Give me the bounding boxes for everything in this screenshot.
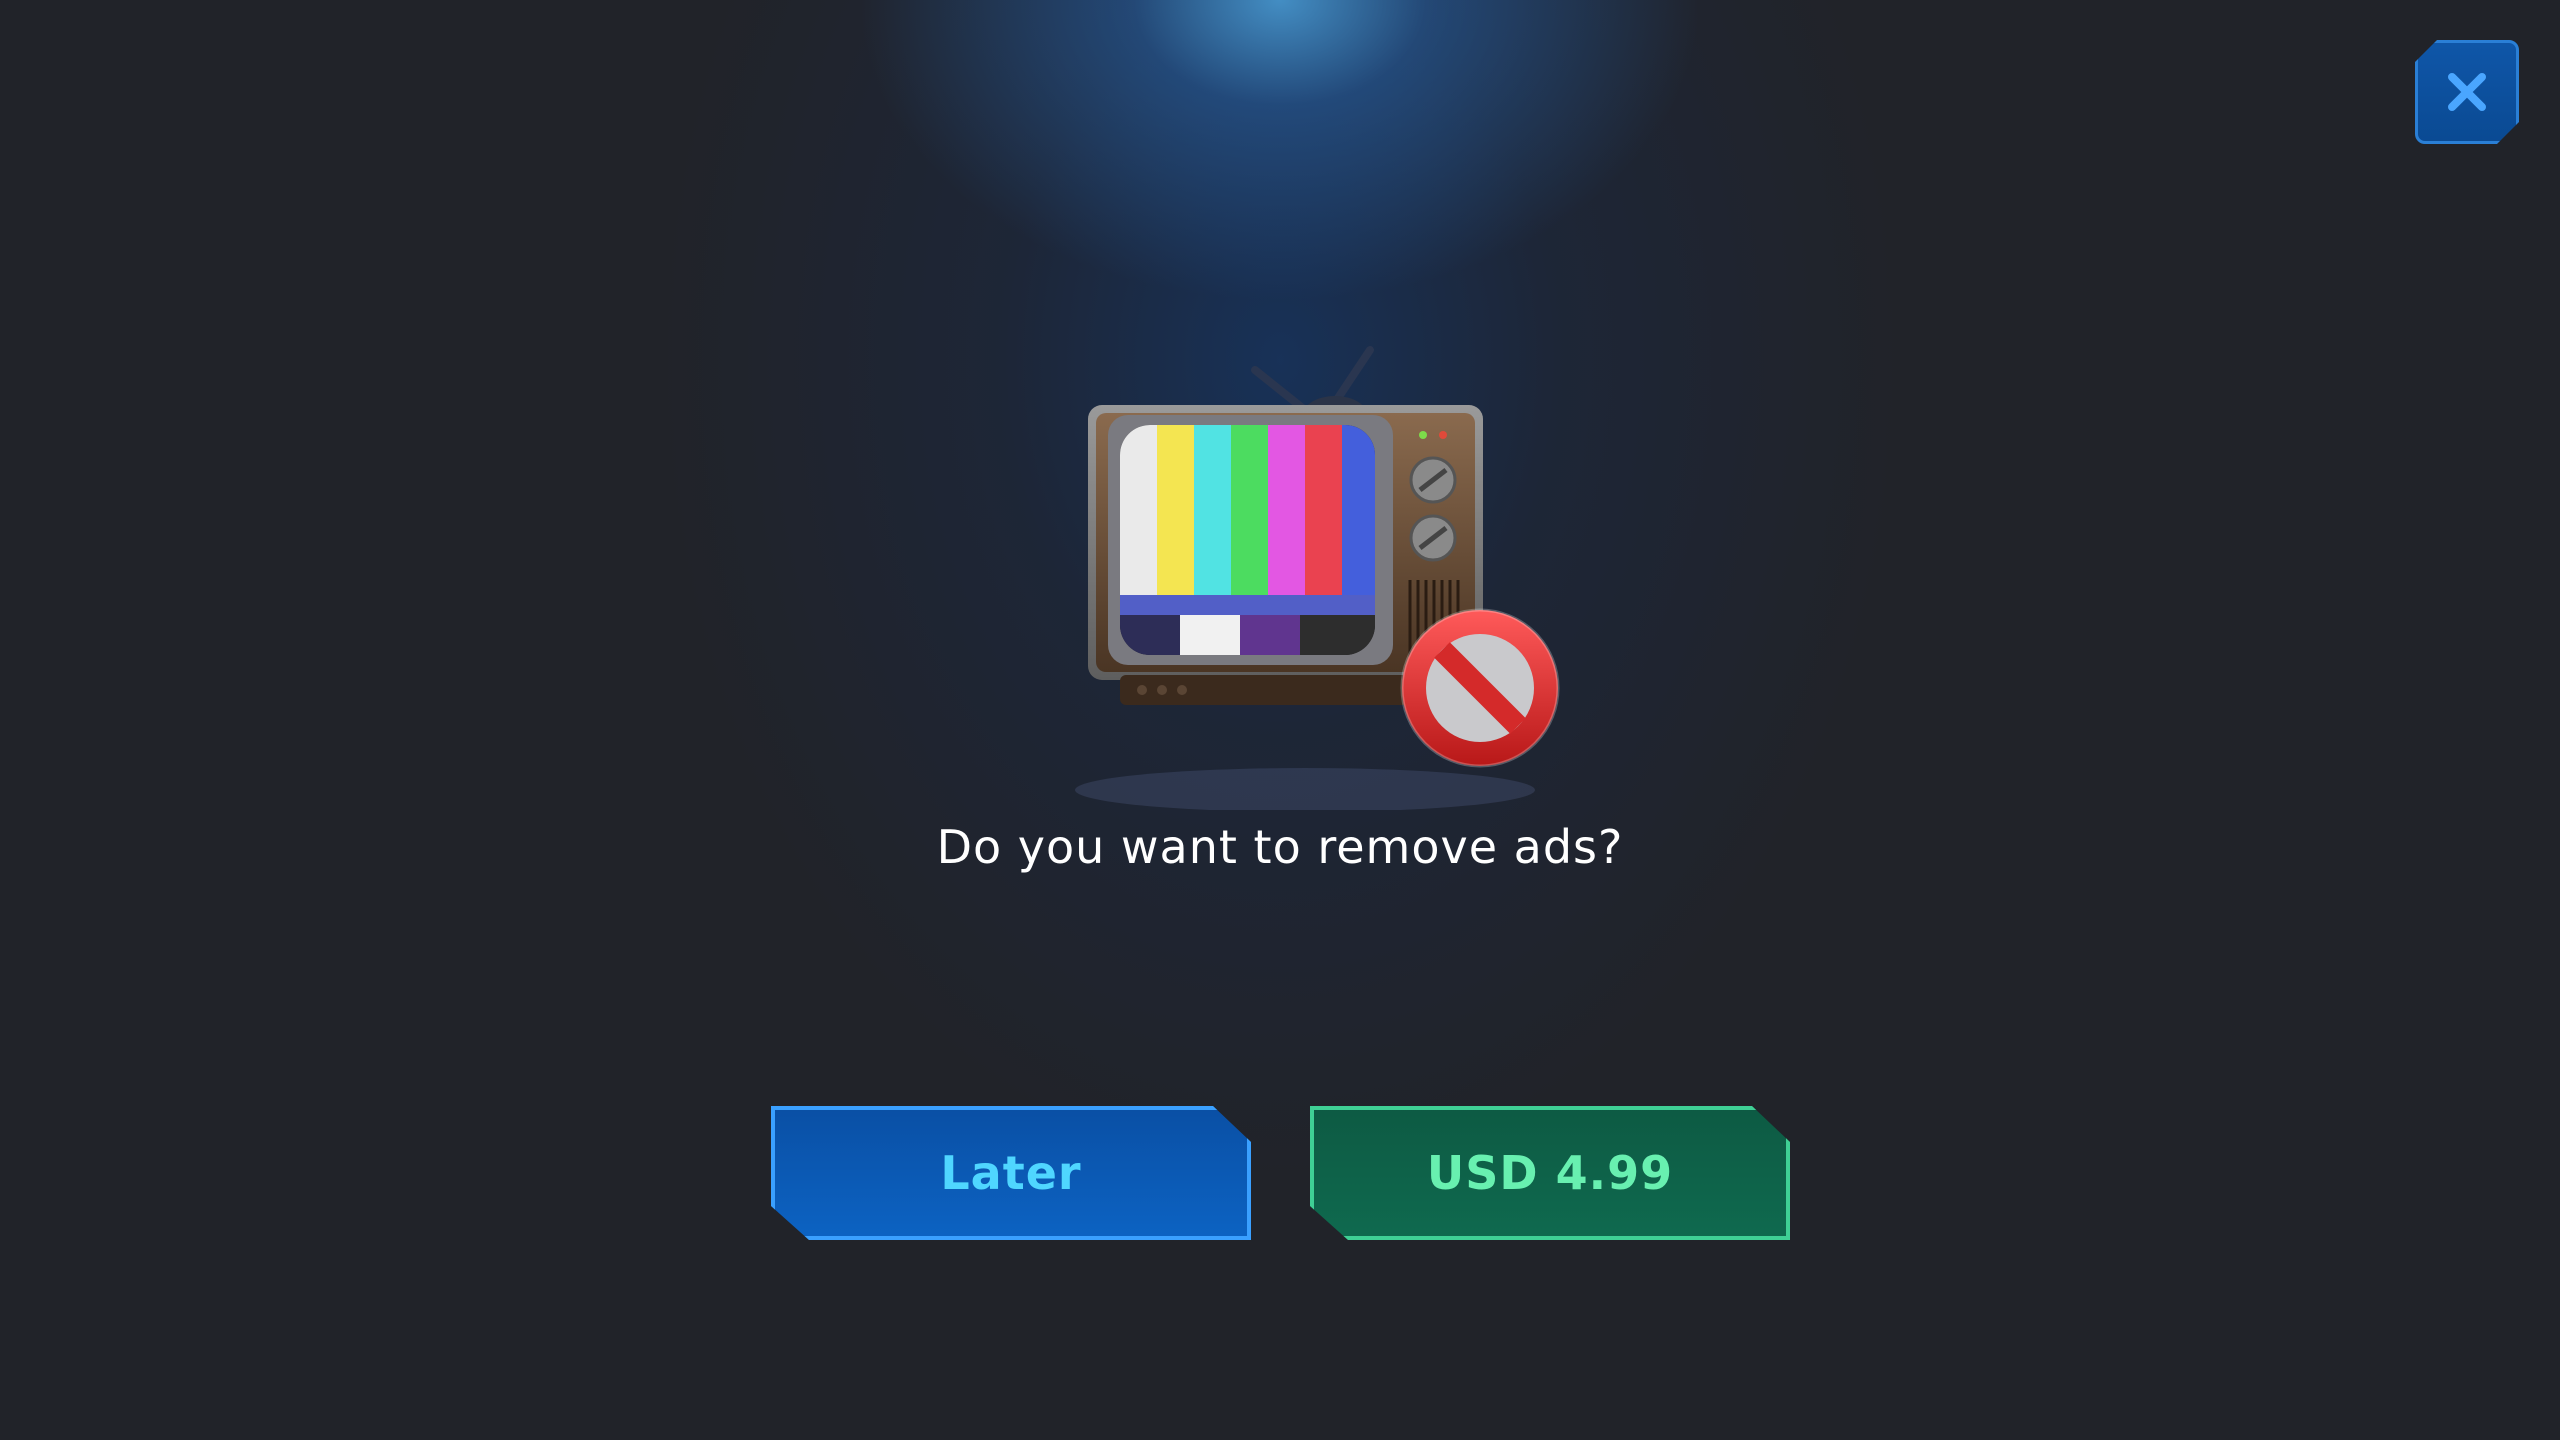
buy-remove-ads-button[interactable]: USD 4.99 [1310,1106,1790,1240]
remove-ads-dialog: Do you want to remove ads? Later USD 4.9… [0,0,2560,1440]
close-button[interactable] [2415,40,2519,144]
prohibited-icon [1400,608,1560,768]
close-icon [2448,73,2486,111]
retro-tv-icon [1075,346,1560,810]
later-button[interactable]: Later [771,1106,1251,1240]
remove-ads-prompt: Do you want to remove ads? [936,820,1624,874]
